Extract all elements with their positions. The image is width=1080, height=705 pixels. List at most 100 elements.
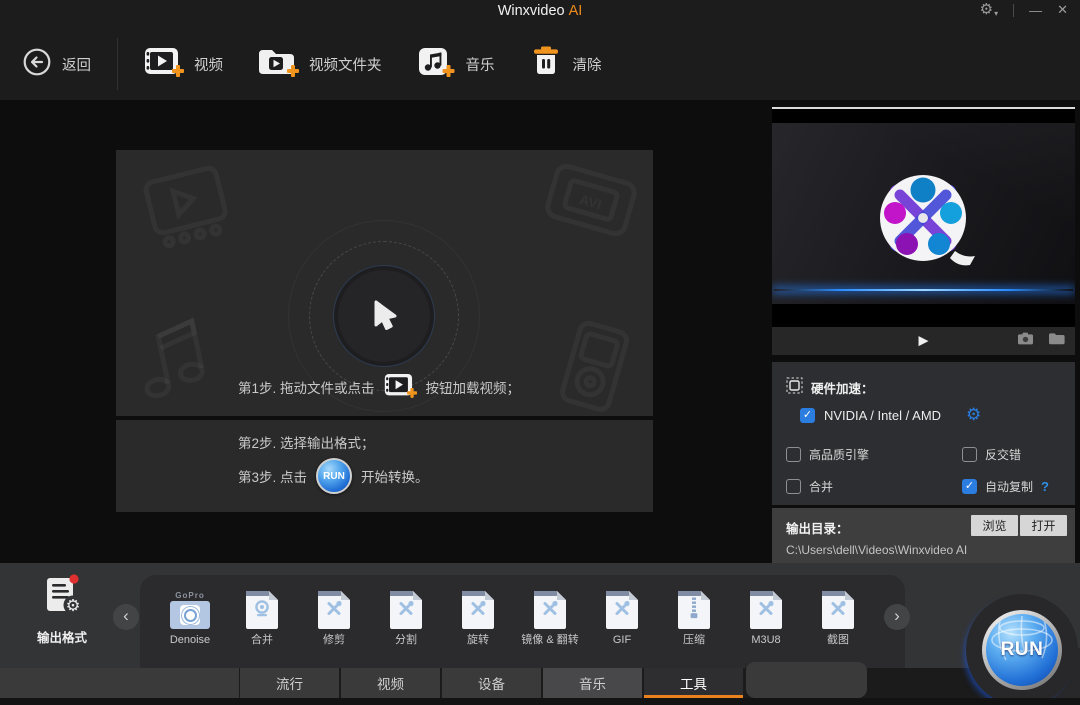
format-item-label: 修剪 (323, 634, 345, 646)
video-add-icon (144, 46, 184, 82)
format-item-合并[interactable]: 合并 (226, 583, 298, 646)
format-item-压缩[interactable]: 压缩 (658, 583, 730, 646)
format-item-label: 分割 (395, 634, 417, 646)
play-button[interactable]: ▶ (919, 333, 929, 349)
step1-row: 第1步. 拖动文件或点击 按钮加载视频； (238, 372, 520, 402)
hw-option-3: ✓ 自动复制? (962, 478, 1049, 495)
step2-text: 第2步. 选择输出格式； (238, 436, 375, 451)
format-scroller: GoPro Denoise 合并 修剪 分割 旋转 镜像 & 翻转 GIF 压缩 M3U8 截图 (140, 575, 905, 668)
format-item-label: M3U8 (751, 634, 781, 646)
settings-button[interactable]: ⚙ ▾ (980, 2, 999, 19)
back-button[interactable]: 返回 (22, 47, 91, 81)
format-items: GoPro Denoise 合并 修剪 分割 旋转 镜像 & 翻转 GIF 压缩 M3U8 截图 (154, 583, 874, 646)
steps-panel: 第2步. 选择输出格式； 第3步. 点击 RUN 开始转换。 (116, 420, 653, 512)
gpu-label: NVIDIA / Intel / AMD (824, 407, 942, 423)
step3-row: 第3步. 点击 RUN 开始转换。 (238, 458, 429, 494)
divider (1013, 3, 1015, 17)
minimize-button[interactable]: — (1029, 3, 1042, 18)
tools-page-icon (750, 591, 782, 629)
browse-button[interactable]: 浏览 (971, 515, 1018, 536)
load-video-circle-button[interactable] (334, 266, 434, 366)
title-main: Winxvideo (497, 3, 565, 19)
format-item-镜像 & 翻转[interactable]: 镜像 & 翻转 (514, 583, 586, 646)
gpu-settings-gear-icon[interactable]: ⚙ (966, 406, 981, 423)
output-format-doc-icon: ⚙ (47, 574, 83, 615)
tab-音乐[interactable]: 音乐 (543, 668, 642, 698)
snapshot-camera-icon[interactable] (1017, 332, 1034, 350)
hardware-title-row: 硬件加速： (786, 377, 874, 397)
drop-area[interactable]: AVI 第1步. 拖动文件或点击 按钮加载视频； (116, 150, 653, 416)
format-item-旋转[interactable]: 旋转 (442, 583, 514, 646)
format-item-label: GIF (612, 634, 632, 646)
playback-bar: ▶ (772, 327, 1075, 355)
scroll-left-button[interactable]: ‹ (113, 604, 139, 630)
run-button[interactable]: RUN (982, 610, 1062, 690)
watermark-music-note-icon (144, 317, 205, 399)
hardware-title: 硬件加速： (811, 381, 874, 396)
gpu-checkbox[interactable]: ✓ (800, 407, 815, 423)
open-folder-icon[interactable] (1048, 332, 1065, 350)
close-button[interactable]: ✕ (1057, 2, 1068, 18)
open-button[interactable]: 打开 (1020, 515, 1067, 536)
winxvideo-window: Winxvideo AI ⚙ ▾ — ✕ 返回 视频 视频文件夹 音乐 清除 A… (0, 0, 1080, 705)
cpu-chip-icon (786, 377, 803, 397)
tab-视频[interactable]: 视频 (341, 668, 440, 698)
gopro-badge: GoPro (175, 591, 205, 600)
format-item-label: 截图 (827, 634, 849, 646)
step1-prefix: 第1步. 拖动文件或点击 (238, 381, 375, 396)
winxvideo-logo (865, 169, 983, 278)
tab-filler-left (0, 668, 239, 698)
format-panel: GoPro Denoise 合并 修剪 分割 旋转 镜像 & 翻转 GIF 压缩 M3U8 截图 ⚙… (0, 563, 1080, 668)
tab-工具[interactable]: 工具 (644, 668, 743, 698)
output-format-button[interactable]: ⚙ 输出格式 (16, 571, 108, 646)
clear-button[interactable]: 清除 (529, 46, 602, 82)
checkbox[interactable] (786, 479, 801, 494)
format-item-label: 旋转 (467, 634, 489, 646)
hw-option-1: 反交错 (962, 446, 1049, 463)
add-video-folder-button[interactable]: 视频文件夹 (257, 46, 382, 82)
step2-row: 第2步. 选择输出格式； (238, 432, 375, 452)
step3-suffix: 开始转换。 (361, 470, 429, 485)
format-item-label: 镜像 & 翻转 (521, 634, 579, 646)
checkbox[interactable]: ✓ (962, 479, 977, 494)
format-item-分割[interactable]: 分割 (370, 583, 442, 646)
add-video-label: 视频 (194, 57, 223, 74)
tools-page-icon (606, 591, 638, 629)
checkbox[interactable] (786, 447, 801, 462)
help-icon[interactable]: ? (1041, 479, 1049, 494)
format-item-GIF[interactable]: GIF (586, 583, 658, 646)
hw-option-label: 自动复制 (985, 480, 1034, 494)
glow-line (774, 289, 1073, 291)
format-item-label: 压缩 (683, 634, 705, 646)
output-directory-path: C:\Users\dell\Videos\Winxvideo AI (786, 543, 968, 557)
step1-suffix: 按钮加载视频； (425, 381, 521, 396)
gpu-row: ✓ NVIDIA / Intel / AMD ⚙ (800, 406, 981, 423)
add-music-button[interactable]: 音乐 (416, 46, 495, 82)
watermark-filmstrip-icon (143, 165, 228, 249)
tools-page-icon (822, 591, 854, 629)
format-item-label: 合并 (251, 634, 273, 646)
format-item-截图[interactable]: 截图 (802, 583, 874, 646)
scroll-right-button[interactable]: › (884, 604, 910, 630)
zip-page-icon (678, 591, 710, 629)
music-add-icon (416, 46, 456, 82)
hardware-acceleration-panel: 硬件加速： ✓ NVIDIA / Intel / AMD ⚙ 高品质引擎 反交错合… (772, 362, 1075, 505)
tools-page-icon (318, 591, 350, 629)
output-directory-label: 输出目录： (786, 522, 849, 536)
hw-option-label: 反交错 (985, 448, 1022, 462)
format-item-Denoise[interactable]: GoPro Denoise (154, 583, 226, 646)
format-item-修剪[interactable]: 修剪 (298, 583, 370, 646)
run-small-button[interactable]: RUN (316, 458, 353, 494)
preview-player[interactable] (772, 107, 1075, 327)
output-format-label: 输出格式 (36, 631, 87, 645)
format-item-M3U8[interactable]: M3U8 (730, 583, 802, 646)
divider (117, 38, 118, 90)
hw-option-label: 高品质引擎 (809, 448, 870, 462)
back-label: 返回 (62, 57, 91, 74)
trash-icon (529, 46, 563, 82)
add-video-button[interactable]: 视频 (144, 46, 223, 82)
tab-设备[interactable]: 设备 (442, 668, 541, 698)
checkbox[interactable] (962, 447, 977, 462)
tab-流行[interactable]: 流行 (240, 668, 339, 698)
caret-down-icon: ▾ (994, 9, 999, 18)
